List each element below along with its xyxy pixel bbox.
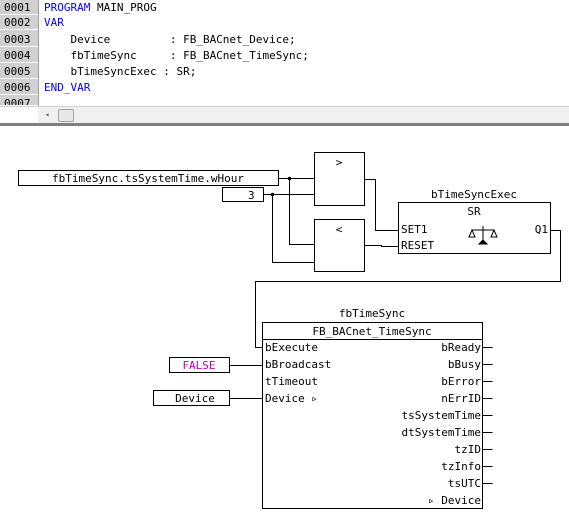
fb-input: bBroadcast (265, 358, 331, 371)
code-line[interactable]: bTimeSyncExec : SR; (44, 64, 196, 80)
horizontal-scrollbar[interactable]: ◂ (38, 106, 569, 123)
sr-instance-name: bTimeSyncExec (431, 188, 517, 201)
wire (272, 194, 315, 263)
output-stubs (482, 347, 493, 484)
fb-output: nErrID (441, 392, 481, 405)
constant-text: 3 (248, 189, 255, 202)
line-number: 0002 (0, 16, 38, 30)
constant-box[interactable] (222, 187, 264, 202)
code-line[interactable]: fbTimeSync : FB_BACnet_TimeSync; (44, 48, 309, 64)
code-line[interactable]: PROGRAM MAIN_PROG (44, 0, 157, 16)
fb-output: bReady (441, 341, 481, 354)
scale-icon (468, 226, 498, 245)
keyword: PROGRAM (44, 1, 91, 14)
fb-output: tzInfo (441, 460, 481, 473)
gt-label: > (336, 156, 343, 169)
fbd-canvas: fbTimeSync.tsSystemTime.wHour 3 > < bTim… (18, 152, 561, 509)
scroll-thumb[interactable] (58, 109, 74, 122)
code-line[interactable]: END_VAR (44, 80, 90, 96)
code-text: MAIN_PROG (90, 1, 157, 14)
line-number: 0006 (0, 81, 38, 95)
fb-output: tzID (455, 443, 482, 456)
fb-input: bExecute (265, 341, 318, 354)
scroll-left-icon[interactable]: ◂ (42, 110, 52, 120)
fb-type-label: FB_BACnet_TimeSync (312, 325, 431, 338)
fb-output: dtSystemTime (402, 426, 481, 439)
false-constant-text: FALSE (182, 359, 215, 372)
fb-output: tsSystemTime (402, 409, 481, 422)
junction-dot (287, 176, 292, 181)
junction-dot (270, 192, 275, 197)
wire (289, 178, 315, 245)
device-variable-text: Device (175, 392, 215, 405)
sr-input-set1: SET1 (401, 223, 428, 236)
keyword: VAR (44, 16, 64, 29)
fb-input: tTimeout (265, 375, 318, 388)
sr-output-q1: Q1 (535, 223, 548, 236)
line-number: 0001 (0, 1, 38, 15)
fb-input: Device ▹ (265, 392, 318, 405)
keyword: END_VAR (44, 81, 91, 94)
fb-output: ▹ Device (428, 494, 481, 507)
gutter-divider (38, 0, 39, 107)
code-text: Device : FB_BACnet_Device; (44, 33, 296, 46)
sr-type-label: SR (467, 205, 481, 218)
lt-label: < (336, 223, 343, 236)
line-number: 0005 (0, 65, 38, 79)
code-line[interactable]: VAR (44, 15, 64, 31)
line-number: 0007 (0, 97, 38, 106)
fbd-diagram[interactable]: fbTimeSync.tsSystemTime.wHour 3 > < bTim… (0, 126, 569, 521)
input-variable-text: fbTimeSync.tsSystemTime.wHour (52, 172, 244, 185)
sr-input-reset: RESET (401, 239, 434, 252)
fb-output: tsUTC (448, 477, 481, 490)
line-number: 0003 (0, 33, 38, 47)
fb-instance-name: fbTimeSync (339, 307, 405, 320)
fb-output: bBusy (448, 358, 481, 371)
declaration-editor[interactable]: 0001 PROGRAM MAIN_PROG 0002 VAR 0003 Dev… (0, 0, 569, 107)
line-number: 0004 (0, 49, 38, 63)
code-line[interactable]: Device : FB_BACnet_Device; (44, 32, 296, 48)
wire (364, 179, 399, 231)
code-text: bTimeSyncExec : SR; (44, 65, 197, 78)
code-text: fbTimeSync : FB_BACnet_TimeSync; (44, 49, 309, 62)
fb-output: bError (441, 375, 481, 388)
wire (364, 245, 399, 247)
